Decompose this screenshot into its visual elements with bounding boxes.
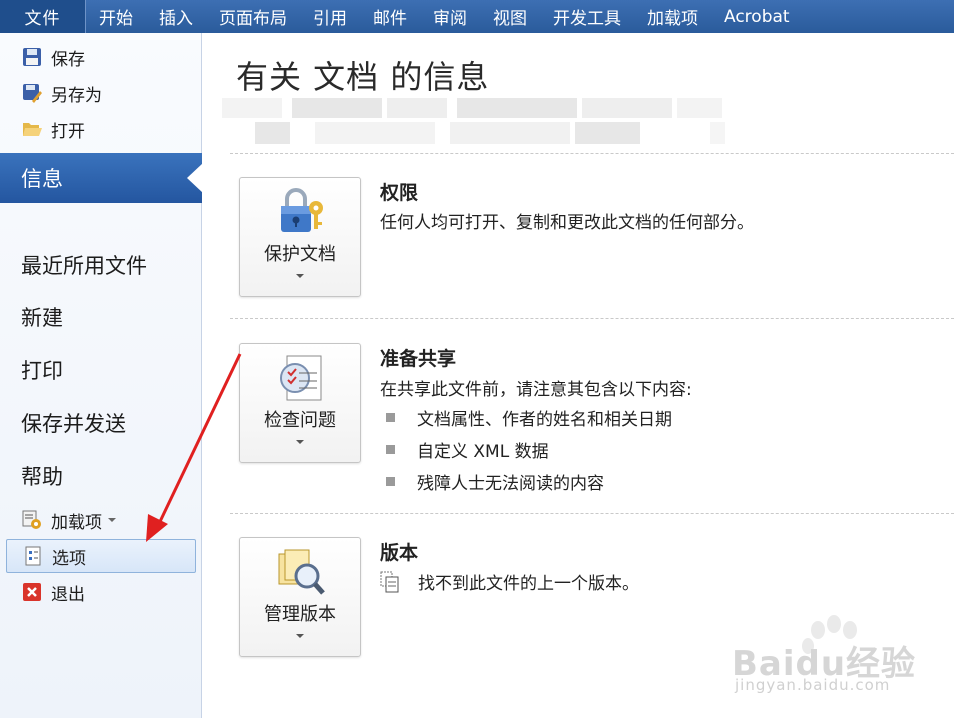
versions-note: 找不到此文件的上一个版本。 [380,569,639,594]
prepare-description: 在共享此文件前，请注意其包含以下内容: [380,380,692,400]
nav-info[interactable]: 信息 [0,153,203,203]
inspect-checklist-icon [275,352,327,404]
page-title: 有关 文档 的信息 [236,58,490,96]
nav-open-label: 打开 [51,121,85,142]
bullet-square-icon [386,477,395,486]
dropdown-arrow-icon [296,634,304,638]
versions-magnifier-icon [275,546,327,598]
tab-mailings[interactable]: 邮件 [360,0,420,33]
dropdown-arrow-icon [296,440,304,444]
nav-print-label: 打印 [21,359,63,383]
nav-addins-label: 加载项 [51,512,102,533]
chevron-down-icon [108,518,116,522]
exit-x-icon [21,581,43,603]
permissions-title: 权限 [380,182,419,204]
watermark-url: jingyan.baidu.com [735,676,891,694]
nav-save-as[interactable]: 另存为 [21,79,102,107]
addins-gear-icon [21,509,43,531]
tab-view[interactable]: 视图 [480,0,540,33]
save-as-icon [21,82,43,104]
tab-review[interactable]: 审阅 [420,0,480,33]
bullet-square-icon [386,413,395,422]
versions-note-text: 找不到此文件的上一个版本。 [418,574,639,594]
tab-home[interactable]: 开始 [86,0,146,33]
nav-help[interactable]: 帮助 [21,458,63,494]
nav-open[interactable]: 打开 [21,115,85,143]
protect-document-button[interactable]: 保护文档 [239,177,361,297]
selected-notch [187,163,203,193]
protect-document-label: 保护文档 [264,244,336,265]
nav-new[interactable]: 新建 [21,299,63,335]
redacted-path-continued [255,122,725,144]
list-item-text: 残障人士无法阅读的内容 [417,474,604,494]
nav-print[interactable]: 打印 [21,352,63,388]
floppy-disk-icon [21,46,43,68]
nav-info-label: 信息 [21,167,63,191]
nav-save-send-label: 保存并发送 [21,412,126,436]
nav-help-label: 帮助 [21,465,63,489]
tab-page-layout[interactable]: 页面布局 [206,0,300,33]
nav-save[interactable]: 保存 [21,43,85,71]
nav-exit[interactable]: 退出 [21,578,85,606]
list-item-text: 文档属性、作者的姓名和相关日期 [417,410,672,430]
list-item-text: 自定义 XML 数据 [417,442,549,462]
check-for-issues-label: 检查问题 [264,410,336,431]
tab-file[interactable]: 文件 [0,0,86,33]
manage-versions-button[interactable]: 管理版本 [239,537,361,657]
dropdown-arrow-icon [296,274,304,278]
backstage-nav: 保存 另存为 打开 关闭 信息 最近所用文件 新建 打印 保存并发送 帮助 加载… [0,33,203,718]
nav-save-as-label: 另存为 [51,85,102,106]
bullet-square-icon [386,445,395,454]
tab-developer[interactable]: 开发工具 [540,0,634,33]
separator [230,318,954,319]
nav-new-label: 新建 [21,306,63,330]
nav-save-send[interactable]: 保存并发送 [21,405,126,441]
document-versions-icon [380,571,400,593]
versions-title: 版本 [380,542,419,564]
separator [230,513,954,514]
tab-addins[interactable]: 加载项 [634,0,711,33]
nav-options[interactable]: 选项 [6,539,196,573]
prepare-title: 准备共享 [380,348,457,370]
list-item: 残障人士无法阅读的内容 [386,469,604,494]
nav-options-label: 选项 [52,548,86,569]
check-for-issues-button[interactable]: 检查问题 [239,343,361,463]
nav-recent[interactable]: 最近所用文件 [21,247,147,283]
tab-acrobat[interactable]: Acrobat [711,0,803,33]
tab-insert[interactable]: 插入 [146,0,206,33]
permissions-description: 任何人均可打开、复制和更改此文档的任何部分。 [380,213,754,233]
list-item: 自定义 XML 数据 [386,437,549,462]
tab-references[interactable]: 引用 [300,0,360,33]
nav-addins[interactable]: 加载项 [21,506,116,534]
list-item: 文档属性、作者的姓名和相关日期 [386,405,672,430]
nav-recent-label: 最近所用文件 [21,254,147,278]
lock-key-icon [275,186,327,238]
open-folder-icon [21,118,43,140]
options-document-icon [22,545,44,567]
nav-save-label: 保存 [51,49,85,70]
ribbon-tab-bar: 文件 开始 插入 页面布局 引用 邮件 审阅 视图 开发工具 加载项 Acrob… [0,0,954,33]
redacted-path [222,98,722,118]
separator [230,153,954,154]
manage-versions-label: 管理版本 [264,604,336,625]
nav-exit-label: 退出 [51,584,85,605]
